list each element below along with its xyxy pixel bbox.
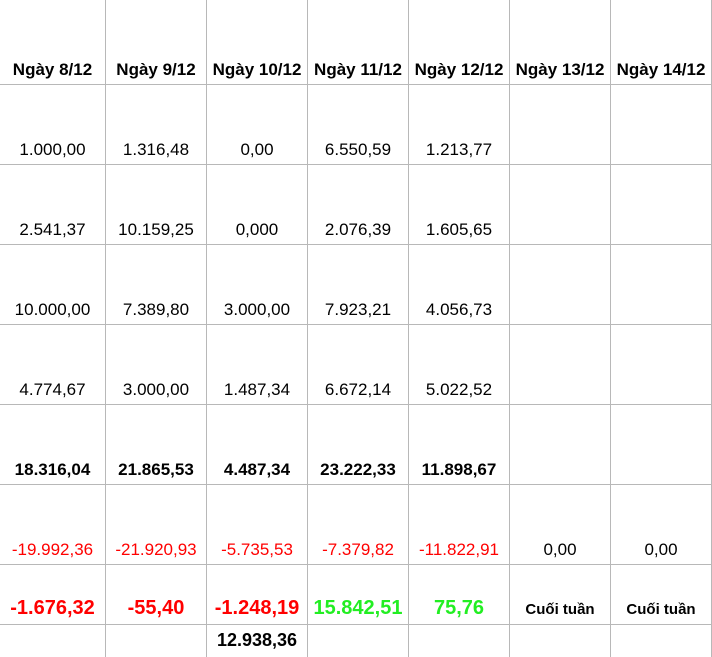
result-cell[interactable]: -1.248,19 [207,565,308,625]
header-cell-10-12[interactable]: Ngày 10/12 [207,0,308,85]
header-label: Ngày 10/12 [212,60,302,79]
negative-cell[interactable]: -21.920,93 [106,485,207,565]
table-cell[interactable] [510,245,611,325]
header-cell-8-12[interactable]: Ngày 8/12 [0,0,106,85]
table-cell[interactable] [611,85,712,165]
table-cell[interactable] [611,625,712,657]
subtotal-cell[interactable]: 11.898,67 [409,405,510,485]
table-cell[interactable]: 1.213,77 [409,85,510,165]
table-cell[interactable]: 10.159,25 [106,165,207,245]
table-cell[interactable] [510,325,611,405]
weekend-cell[interactable]: Cuối tuần [510,565,611,625]
table-cell[interactable] [611,245,712,325]
header-label: Ngày 11/12 [314,60,402,79]
result-cell[interactable]: -55,40 [106,565,207,625]
spreadsheet-grid: Ngày 8/12 Ngày 9/12 Ngày 10/12 Ngày 11/1… [0,0,712,657]
table-cell[interactable] [0,625,106,657]
subtotal-cell[interactable]: 23.222,33 [308,405,409,485]
subtotal-cell[interactable]: 4.487,34 [207,405,308,485]
table-cell[interactable]: 7.389,80 [106,245,207,325]
grand-total-cell[interactable]: 12.938,36 [207,625,308,657]
table-cell[interactable] [611,165,712,245]
table-cell[interactable]: 2.076,39 [308,165,409,245]
table-cell[interactable]: 4.056,73 [409,245,510,325]
table-cell[interactable]: 6.550,59 [308,85,409,165]
table-cell[interactable] [611,325,712,405]
header-label: Ngày 14/12 [616,60,706,79]
negative-cell[interactable]: -19.992,36 [0,485,106,565]
subtotal-cell[interactable] [611,405,712,485]
table-cell[interactable]: 6.672,14 [308,325,409,405]
table-cell[interactable]: 0,00 [611,485,712,565]
subtotal-cell[interactable]: 21.865,53 [106,405,207,485]
header-label: Ngày 13/12 [515,60,605,79]
header-cell-14-12[interactable]: Ngày 14/12 [611,0,712,85]
table-cell[interactable]: 1.605,65 [409,165,510,245]
table-cell[interactable] [308,625,409,657]
table-cell[interactable]: 5.022,52 [409,325,510,405]
table-cell[interactable] [510,165,611,245]
header-cell-9-12[interactable]: Ngày 9/12 [106,0,207,85]
weekend-cell[interactable]: Cuối tuần [611,565,712,625]
table-cell[interactable]: 0,00 [207,85,308,165]
table-cell[interactable] [510,85,611,165]
result-cell[interactable]: 15.842,51 [308,565,409,625]
table-cell[interactable]: 3.000,00 [207,245,308,325]
header-label: Ngày 8/12 [12,60,93,79]
subtotal-cell[interactable]: 18.316,04 [0,405,106,485]
header-cell-11-12[interactable]: Ngày 11/12 [308,0,409,85]
header-cell-12-12[interactable]: Ngày 12/12 [409,0,510,85]
table-cell[interactable] [409,625,510,657]
table-cell[interactable]: 7.923,21 [308,245,409,325]
header-label: Ngày 9/12 [116,60,196,79]
table-cell[interactable]: 0,000 [207,165,308,245]
table-cell[interactable]: 4.774,67 [0,325,106,405]
header-cell-13-12[interactable]: Ngày 13/12 [510,0,611,85]
result-cell[interactable]: 75,76 [409,565,510,625]
table-cell[interactable] [510,625,611,657]
table-cell[interactable]: 1.316,48 [106,85,207,165]
result-cell[interactable]: -1.676,32 [0,565,106,625]
table-cell[interactable] [106,625,207,657]
subtotal-cell[interactable] [510,405,611,485]
negative-cell[interactable]: -7.379,82 [308,485,409,565]
table-cell[interactable]: 0,00 [510,485,611,565]
negative-cell[interactable]: -11.822,91 [409,485,510,565]
table-cell[interactable]: 2.541,37 [0,165,106,245]
table-cell[interactable]: 1.000,00 [0,85,106,165]
negative-cell[interactable]: -5.735,53 [207,485,308,565]
table-cell[interactable]: 10.000,00 [0,245,106,325]
table-cell[interactable]: 3.000,00 [106,325,207,405]
header-label: Ngày 12/12 [414,60,504,79]
table-cell[interactable]: 1.487,34 [207,325,308,405]
